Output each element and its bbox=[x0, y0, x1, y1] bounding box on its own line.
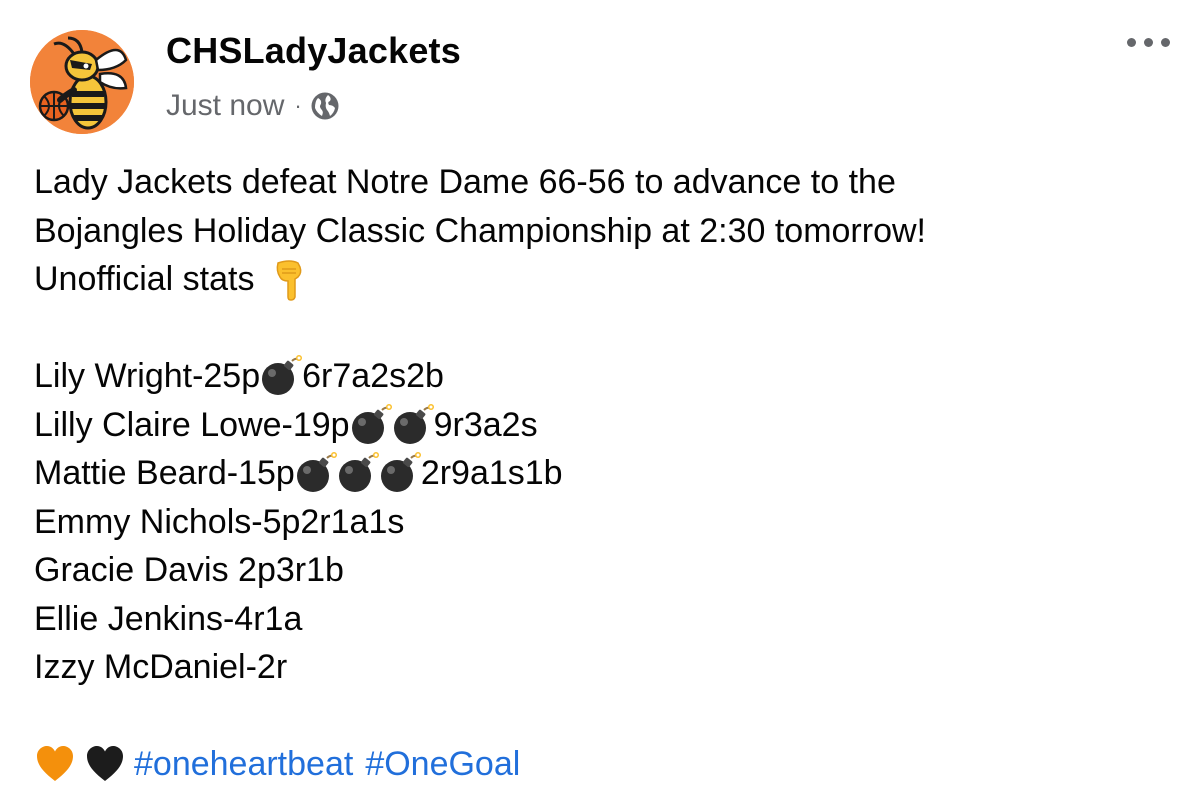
bomb-icon bbox=[393, 403, 434, 444]
bomb-icon bbox=[296, 452, 337, 493]
post-meta: Just now · bbox=[166, 86, 340, 126]
more-dot bbox=[1144, 38, 1153, 47]
pointing-down-hand-icon bbox=[277, 260, 302, 302]
post-text: Bojangles Holiday Classic Championship a… bbox=[34, 211, 926, 250]
hashtag-link[interactable]: #OneGoal bbox=[365, 740, 520, 789]
hashtag-line: #oneheartbeat #OneGoal bbox=[34, 740, 1174, 789]
black-heart-icon bbox=[87, 746, 123, 782]
stat-line: Gracie Davis 2p3r1b bbox=[34, 546, 1174, 595]
stat-line: Ellie Jenkins-4r1a bbox=[34, 595, 1174, 644]
stat-player-points: Emmy Nichols-5p2r1a1s bbox=[34, 502, 405, 541]
stat-player-points: Lily Wright-25p bbox=[34, 357, 261, 395]
avatar[interactable] bbox=[30, 30, 134, 134]
stat-player-points: Ellie Jenkins-4r1a bbox=[34, 599, 303, 638]
bomb-icon bbox=[351, 403, 392, 444]
bomb-icon bbox=[338, 452, 379, 493]
post-text: Lady Jackets defeat Notre Dame 66-56 to … bbox=[34, 163, 896, 201]
post-body: Lady Jackets defeat Notre Dame 66-56 to … bbox=[34, 158, 1174, 789]
stat-player-points: Gracie Davis 2p3r1b bbox=[34, 551, 344, 589]
stat-player-rest: 2r9a1s1b bbox=[420, 454, 563, 492]
stat-player-points: Izzy McDaniel-2r bbox=[34, 648, 288, 686]
stat-line: Lily Wright-25p 6r7a2s2b bbox=[34, 352, 1174, 401]
meta-separator: · bbox=[294, 93, 302, 118]
hashtag-link[interactable]: #oneheartbeat bbox=[134, 740, 353, 789]
more-dot bbox=[1127, 38, 1136, 47]
globe-icon[interactable] bbox=[310, 91, 340, 121]
stat-line: Lilly Claire Lowe-19p 9r3a2s bbox=[34, 401, 1174, 450]
stat-line: Izzy McDaniel-2r bbox=[34, 643, 1174, 692]
stat-player-points: Lilly Claire Lowe-19p bbox=[34, 405, 350, 444]
stat-line: Mattie Beard-15p 2r9a1s1b bbox=[34, 449, 1174, 498]
more-options-icon[interactable] bbox=[1127, 38, 1170, 47]
orange-heart-icon bbox=[37, 746, 73, 782]
facebook-post: CHSLadyJackets Just now · Lady Jackets d… bbox=[0, 0, 1200, 810]
bomb-icon bbox=[380, 452, 421, 493]
post-text-line: Bojangles Holiday Classic Championship a… bbox=[34, 207, 1174, 256]
post-text: Unofficial stats bbox=[34, 260, 255, 298]
stat-player-rest: 9r3a2s bbox=[433, 405, 538, 444]
yellow-jacket-logo-icon bbox=[30, 30, 134, 134]
stat-player-rest: 6r7a2s2b bbox=[302, 357, 444, 395]
more-dot bbox=[1161, 38, 1170, 47]
stats-list: Lily Wright-25p 6r7a2s2b Lilly Claire Lowe… bbox=[34, 352, 1174, 692]
post-text-line: Unofficial stats bbox=[34, 255, 1174, 304]
stat-player-points: Mattie Beard-15p bbox=[34, 454, 295, 492]
stat-line: Emmy Nichols-5p2r1a1s bbox=[34, 498, 1174, 547]
bomb-icon bbox=[262, 355, 303, 396]
post-author-name[interactable]: CHSLadyJackets bbox=[166, 30, 461, 72]
post-timestamp[interactable]: Just now bbox=[166, 89, 284, 123]
post-text-line: Lady Jackets defeat Notre Dame 66-56 to … bbox=[34, 158, 1174, 207]
